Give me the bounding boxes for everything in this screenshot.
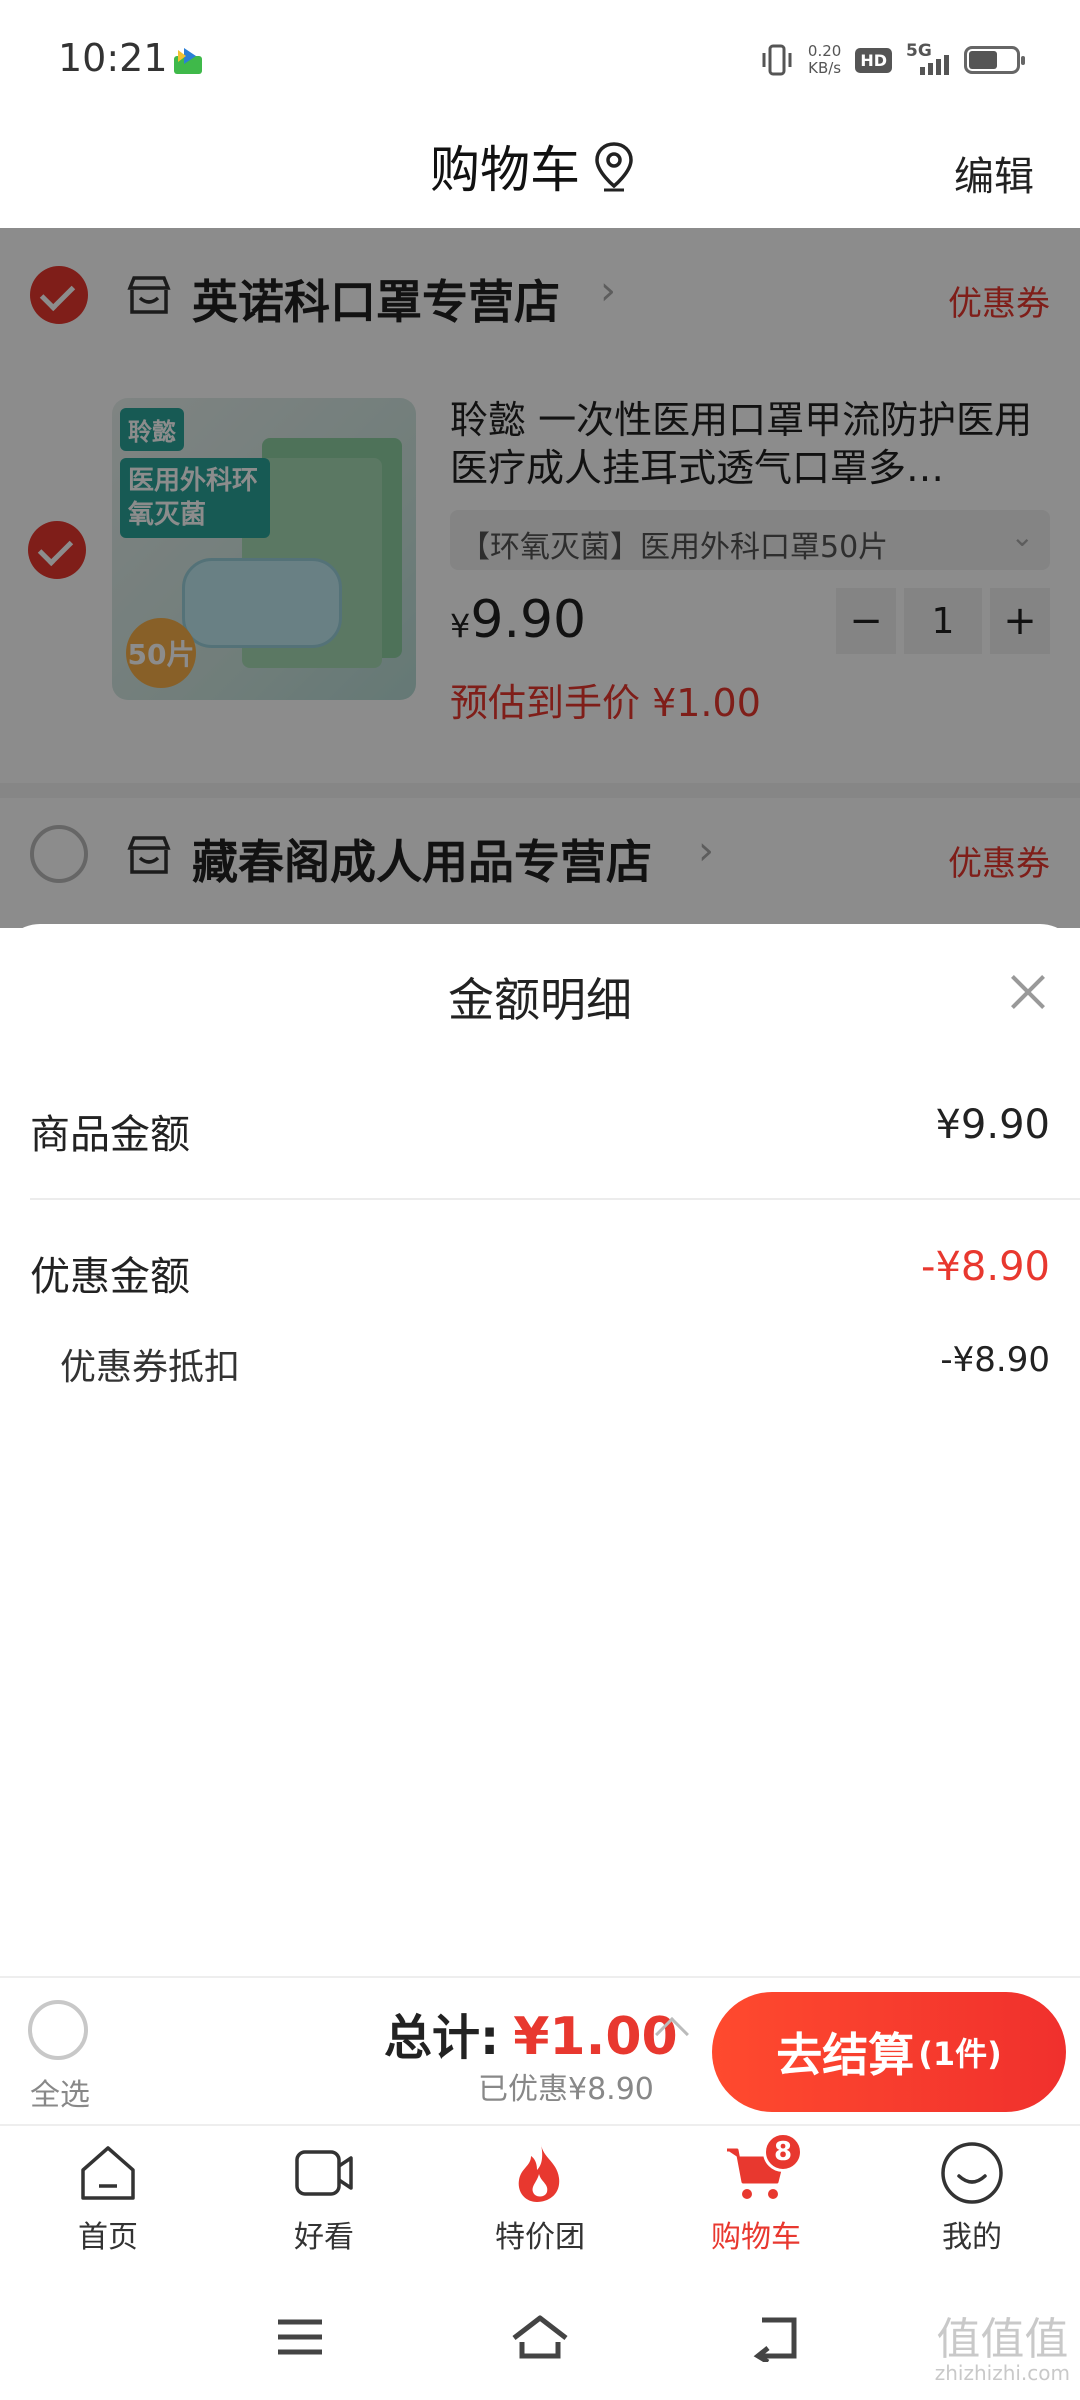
flame-icon xyxy=(507,2140,573,2206)
status-icons: 0.20 KB/s HD 5G xyxy=(760,38,1025,82)
signal-5g-icon: 5G xyxy=(906,41,950,77)
tab-label: 特价团 xyxy=(495,2220,585,2255)
tab-label: 好看 xyxy=(294,2220,354,2255)
goods-amount-label: 商品金额 xyxy=(30,1112,190,1158)
net-speed-unit: KB/s xyxy=(808,59,842,77)
hd-badge: HD xyxy=(855,47,892,73)
tab-deals[interactable]: 特价团 xyxy=(460,2140,620,2256)
bottom-tab-bar: 首页 好看 特价团 8 购物车 我的 xyxy=(0,2124,1080,2270)
header-title-group: 购物车 xyxy=(430,130,636,202)
cart-page: 10:21 0.20 KB/s HD 5G 购物车 编辑 英诺科口罩专营店 › … xyxy=(0,0,1080,2400)
tab-mine[interactable]: 我的 xyxy=(892,2140,1052,2256)
tab-cart[interactable]: 8 购物车 xyxy=(676,2132,836,2256)
watermark: 值值值 zhizhizhi.com xyxy=(934,2318,1070,2385)
discount-amount-label: 优惠金额 xyxy=(30,1254,190,1300)
watermark-sub: zhizhizhi.com xyxy=(934,2361,1070,2385)
location-pin-icon[interactable] xyxy=(592,140,636,192)
tab-home[interactable]: 首页 xyxy=(28,2140,188,2256)
divider xyxy=(30,1198,1080,1200)
cart-count-badge: 8 xyxy=(763,2132,803,2172)
system-nav-bar xyxy=(0,2270,1080,2400)
goods-amount-value: ¥9.90 xyxy=(935,1102,1050,1148)
net-speed-value: 0.20 xyxy=(807,42,842,60)
checkout-button-count: (1件) xyxy=(918,2035,1002,2073)
coupon-deduction-label: 优惠券抵扣 xyxy=(60,1347,241,1388)
home-icon xyxy=(75,2140,141,2206)
tab-label: 我的 xyxy=(942,2220,1002,2255)
total-line: 总计: ¥1.00 xyxy=(384,1998,678,2068)
smile-icon xyxy=(939,2140,1005,2206)
dim-overlay[interactable] xyxy=(0,228,1080,928)
select-all-checkbox[interactable] xyxy=(28,2000,88,2060)
video-icon xyxy=(291,2140,357,2206)
total-value: ¥1.00 xyxy=(513,2007,678,2067)
checkout-button[interactable]: 去结算 (1件) xyxy=(712,1992,1066,2112)
checkout-button-label: 去结算 xyxy=(776,2028,915,2082)
video-app-icon xyxy=(174,48,202,74)
status-time: 10:21 xyxy=(58,36,168,80)
cart-icon: 8 xyxy=(723,2132,803,2206)
close-icon[interactable] xyxy=(1004,968,1052,1016)
total-label: 总计: xyxy=(384,2010,500,2066)
page-title: 购物车 xyxy=(430,141,580,199)
vibrate-icon xyxy=(762,44,792,76)
coupon-deduction-value: -¥8.90 xyxy=(940,1340,1050,1380)
menu-icon[interactable] xyxy=(270,2312,330,2362)
tab-watch[interactable]: 好看 xyxy=(244,2140,404,2256)
edit-button[interactable]: 编辑 xyxy=(954,144,1034,202)
home-nav-icon[interactable] xyxy=(510,2312,570,2362)
discount-amount-value: -¥8.90 xyxy=(921,1244,1050,1290)
tab-label: 购物车 xyxy=(711,2220,801,2255)
status-bar: 10:21 0.20 KB/s HD 5G xyxy=(0,0,1080,118)
back-icon[interactable] xyxy=(750,2312,810,2362)
select-all-label[interactable]: 全选 xyxy=(30,2070,90,2114)
header: 购物车 编辑 xyxy=(0,118,1080,228)
saved-amount[interactable]: 已优惠¥8.90 xyxy=(478,2064,654,2108)
sheet-title: 金额明细 xyxy=(448,973,632,1027)
checkout-bar: 全选 总计: ¥1.00 已优惠¥8.90 去结算 (1件) xyxy=(0,1976,1080,2124)
battery-icon xyxy=(964,46,1025,74)
net-speed: 0.20 KB/s xyxy=(808,43,841,77)
watermark-main: 值值值 xyxy=(936,2314,1069,2365)
tab-label: 首页 xyxy=(78,2220,138,2255)
